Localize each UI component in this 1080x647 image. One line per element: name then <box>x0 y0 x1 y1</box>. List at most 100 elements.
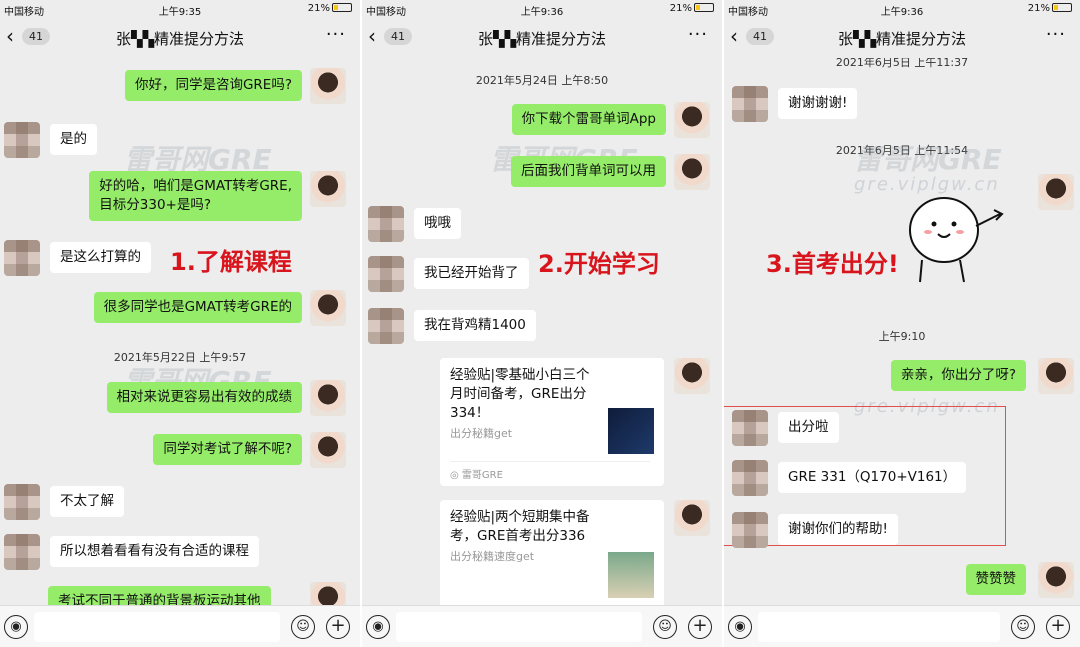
plus-icon[interactable]: + <box>688 615 712 639</box>
battery-icon <box>1052 3 1072 12</box>
message-input[interactable] <box>758 612 1000 642</box>
avatar[interactable] <box>4 534 40 570</box>
message-bubble[interactable]: 考试不同于普通的背景板运动其他 <box>48 586 271 605</box>
status-bar: 中国移动 上午9:36 21% <box>724 0 1080 18</box>
message-bubble[interactable]: 谢谢谢谢! <box>778 88 858 119</box>
input-bar: ◉ ☺ + <box>724 605 1080 647</box>
more-icon[interactable]: ··· <box>326 24 346 45</box>
message-input[interactable] <box>34 612 280 642</box>
clock: 上午9:36 <box>520 7 564 18</box>
chat-title: 张▚▚精准提分方法 <box>837 30 967 48</box>
message-bubble[interactable]: 出分啦 <box>778 412 839 443</box>
message-bubble[interactable]: 不太了解 <box>50 486 124 517</box>
timestamp: 2021年6月5日 上午11:37 <box>835 58 969 69</box>
voice-icon[interactable]: ◉ <box>366 615 390 639</box>
avatar[interactable] <box>1038 358 1074 394</box>
avatar[interactable] <box>368 308 404 344</box>
avatar[interactable] <box>732 460 768 496</box>
message-bubble[interactable]: 很多同学也是GMAT转考GRE的 <box>93 292 302 323</box>
avatar[interactable] <box>732 86 768 122</box>
step-label: 3.首考出分! <box>766 250 899 278</box>
panel-divider <box>360 0 362 647</box>
message-bubble[interactable]: 好的哈，咱们是GMAT转考GRE, 目标分330+是吗? <box>89 171 302 221</box>
avatar[interactable] <box>1038 562 1074 598</box>
message-bubble[interactable]: 同学对考试了解不呢? <box>153 434 302 465</box>
avatar[interactable] <box>674 500 710 536</box>
step-label: 2.开始学习 <box>538 250 660 278</box>
message-line: 目标分330+是吗? <box>99 197 212 213</box>
message-list[interactable]: 雷哥网GRE 2021年5月24日 上午8:50 你下载个雷哥单词App 后面我… <box>362 58 722 605</box>
message-bubble[interactable]: 你好，同学是咨询GRE吗? <box>124 70 302 101</box>
card-title: 经验贴|零基础小白三个月时间备考，GRE出分334！ <box>450 367 590 421</box>
chat-screen-1: 中国移动 上午9:35 21% ‹ 41 张▚▚精准提分方法 ··· 雷哥网GR… <box>0 0 360 647</box>
avatar[interactable] <box>674 358 710 394</box>
avatar[interactable] <box>310 290 346 326</box>
chat-header: ‹ 41 张▚▚精准提分方法 ··· <box>362 18 722 58</box>
avatar[interactable] <box>310 171 346 207</box>
avatar[interactable] <box>732 512 768 548</box>
message-bubble[interactable]: 我在背鸡精1400 <box>414 310 536 341</box>
avatar[interactable] <box>310 68 346 104</box>
chat-header: ‹ 41 张▚▚精准提分方法 ··· <box>0 18 360 58</box>
message-bubble[interactable]: 我已经开始背了 <box>414 258 529 289</box>
message-bubble[interactable]: 谢谢你们的帮助! <box>778 514 898 545</box>
avatar[interactable] <box>368 206 404 242</box>
message-bubble[interactable]: 哦哦 <box>414 208 461 239</box>
plus-icon[interactable]: + <box>1046 615 1070 639</box>
avatar[interactable] <box>732 410 768 446</box>
battery-icon <box>694 3 714 12</box>
panel-divider <box>722 0 724 647</box>
emoji-icon[interactable]: ☺ <box>291 615 315 639</box>
message-bubble[interactable]: 所以想着看看有没有合适的课程 <box>50 536 259 567</box>
chat-screen-2: 中国移动 上午9:36 21% ‹ 41 张▚▚精准提分方法 ··· 雷哥网GR… <box>362 0 722 647</box>
message-bubble[interactable]: 亲亲，你出分了呀? <box>890 360 1026 391</box>
voice-icon[interactable]: ◉ <box>728 615 752 639</box>
card-source: ◎ 雷哥GRE <box>450 461 650 481</box>
article-card[interactable]: 经验贴|两个短期集中备考，GRE首考出分336 出分秘籍速度get <box>440 500 664 605</box>
avatar[interactable] <box>310 582 346 605</box>
article-card[interactable]: 经验贴|零基础小白三个月时间备考，GRE出分334！ 出分秘籍get ◎ 雷哥G… <box>440 358 664 486</box>
timestamp: 2021年5月22日 上午9:57 <box>113 351 247 364</box>
input-bar: ◉ ☺ + <box>362 605 722 647</box>
avatar[interactable] <box>1038 174 1074 210</box>
message-bubble[interactable]: 赞赞赞 <box>965 564 1026 595</box>
battery-percent: 21% <box>307 3 330 14</box>
message-bubble[interactable]: 你下载个雷哥单词App <box>511 104 666 135</box>
message-bubble[interactable]: 是的 <box>50 124 97 155</box>
battery-percent: 21% <box>1027 3 1050 14</box>
message-bubble[interactable]: 后面我们背单词可以用 <box>511 156 666 187</box>
status-bar: 中国移动 上午9:36 21% <box>362 0 722 18</box>
message-input[interactable] <box>396 612 642 642</box>
message-bubble[interactable]: 相对来说更容易出有效的成绩 <box>106 382 302 413</box>
emoji-icon[interactable]: ☺ <box>653 615 677 639</box>
message-list[interactable]: 雷哥网GRE 雷哥网GRE 你好，同学是咨询GRE吗? 是的 好的哈，咱们是GM… <box>0 58 360 605</box>
step-label: 1.了解课程 <box>170 248 292 276</box>
message-bubble[interactable]: 是这么打算的 <box>50 242 151 273</box>
card-title: 经验贴|两个短期集中备考，GRE首考出分336 <box>450 509 590 544</box>
timestamp: 上午9:10 <box>878 330 926 343</box>
avatar[interactable] <box>674 102 710 138</box>
battery-icon <box>332 3 352 12</box>
plus-icon[interactable]: + <box>326 615 350 639</box>
message-list[interactable]: 2021年6月5日 上午11:37 谢谢谢谢! 2021年6月5日 上午11:5… <box>724 58 1080 605</box>
message-bubble[interactable]: GRE 331（Q170+V161） <box>778 462 967 493</box>
clock: 上午9:35 <box>158 7 202 18</box>
sticker-icon[interactable] <box>902 186 1012 286</box>
avatar[interactable] <box>4 240 40 276</box>
avatar[interactable] <box>368 256 404 292</box>
more-icon[interactable]: ··· <box>1046 24 1066 45</box>
chat-title: 张▚▚精准提分方法 <box>477 30 607 48</box>
clock: 上午9:36 <box>880 7 924 18</box>
voice-icon[interactable]: ◉ <box>4 615 28 639</box>
chat-screen-3: 中国移动 上午9:36 21% ‹ 41 张▚▚精准提分方法 ··· 2021年… <box>724 0 1080 647</box>
avatar[interactable] <box>310 432 346 468</box>
avatar[interactable] <box>310 380 346 416</box>
avatar[interactable] <box>674 154 710 190</box>
card-thumbnail <box>608 552 654 598</box>
emoji-icon[interactable]: ☺ <box>1011 615 1035 639</box>
source-icon: ◎ <box>450 470 462 481</box>
more-icon[interactable]: ··· <box>688 24 708 45</box>
chat-title: 张▚▚精准提分方法 <box>115 30 245 48</box>
avatar[interactable] <box>4 122 40 158</box>
avatar[interactable] <box>4 484 40 520</box>
